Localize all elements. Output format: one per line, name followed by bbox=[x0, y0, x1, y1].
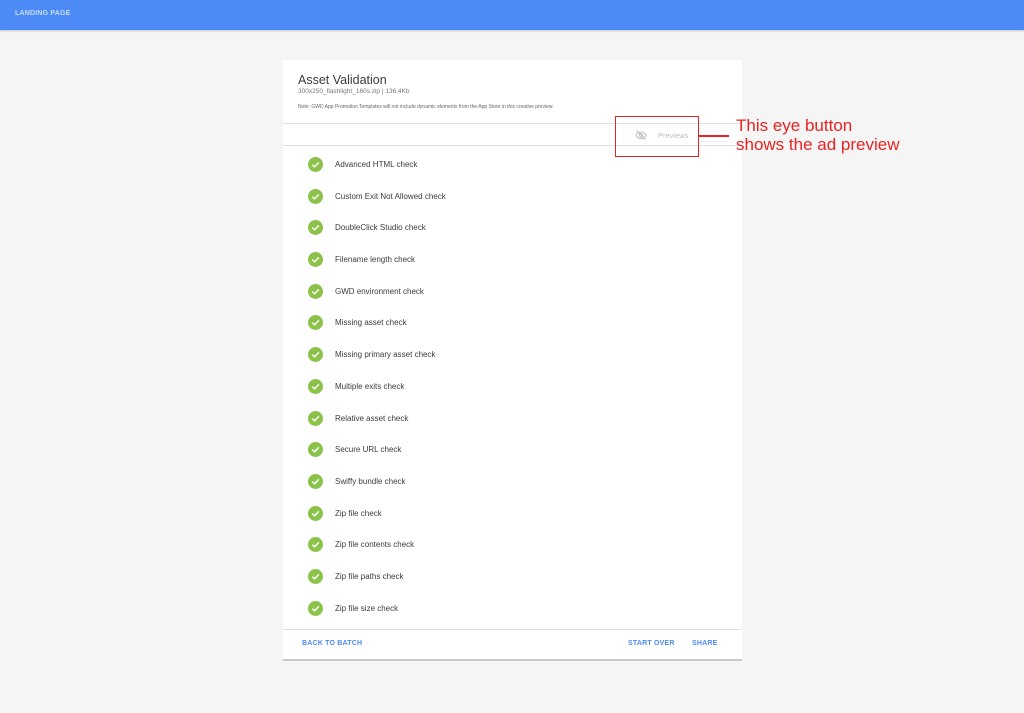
tab-underline bbox=[701, 141, 727, 142]
check-circle-icon bbox=[308, 188, 323, 204]
check-item: Relative asset check bbox=[283, 404, 742, 436]
check-label: Relative asset check bbox=[335, 413, 409, 423]
check-circle-icon bbox=[308, 410, 323, 426]
check-circle-icon bbox=[308, 315, 323, 331]
annotation-line-1: This eye button bbox=[736, 116, 853, 135]
check-circle-icon bbox=[308, 252, 323, 268]
check-label: Zip file check bbox=[335, 508, 382, 518]
check-circle-icon bbox=[308, 347, 323, 363]
check-label: Zip file contents check bbox=[335, 540, 415, 550]
check-label: Custom Exit Not Allowed check bbox=[335, 191, 446, 201]
check-item: Zip file contents check bbox=[283, 530, 742, 562]
back-to-batch-button[interactable]: BACK TO BATCH bbox=[302, 640, 362, 647]
card-title: Asset Validation bbox=[298, 73, 387, 87]
check-item: Secure URL check bbox=[283, 435, 742, 467]
annotation-line-2: shows the ad preview bbox=[736, 135, 900, 154]
check-item: Zip file check bbox=[283, 499, 742, 531]
check-item: Swiffy bundle check bbox=[283, 467, 742, 499]
check-label: GWD environment check bbox=[335, 286, 424, 296]
check-label: Zip file size check bbox=[335, 603, 399, 613]
check-item: Filename length check bbox=[283, 245, 742, 277]
file-info: 300x250_flashlight_160s.zip | 136.4Kb bbox=[298, 88, 410, 95]
divider bbox=[283, 629, 742, 630]
check-item: Custom Exit Not Allowed check bbox=[283, 182, 742, 214]
check-circle-icon bbox=[308, 378, 323, 394]
check-item: DoubleClick Studio check bbox=[283, 213, 742, 245]
check-label: Missing asset check bbox=[335, 318, 407, 328]
check-circle-icon bbox=[308, 473, 323, 489]
check-circle-icon bbox=[308, 442, 323, 458]
check-label: Multiple exits check bbox=[335, 381, 405, 391]
check-label: Swiffy bundle check bbox=[335, 476, 406, 486]
check-item: Zip file size check bbox=[283, 594, 742, 626]
check-circle-icon bbox=[308, 568, 323, 584]
annotation-pointer-line bbox=[699, 135, 729, 137]
check-circle-icon bbox=[308, 600, 323, 616]
app-title[interactable]: LANDING PAGE bbox=[15, 10, 71, 17]
validation-check-list: Advanced HTML check Custom Exit Not Allo… bbox=[283, 150, 742, 625]
start-over-button[interactable]: START OVER bbox=[628, 640, 675, 647]
check-item: Missing asset check bbox=[283, 308, 742, 340]
annotation-highlight-box bbox=[615, 116, 699, 157]
check-item: GWD environment check bbox=[283, 277, 742, 309]
check-label: Advanced HTML check bbox=[335, 160, 418, 169]
check-item: Zip file paths check bbox=[283, 562, 742, 594]
check-label: Missing primary asset check bbox=[335, 350, 436, 360]
check-label: Zip file paths check bbox=[335, 571, 404, 581]
check-circle-icon bbox=[308, 220, 323, 236]
preview-note: Note: GWD App Promotion Templates will n… bbox=[298, 104, 554, 110]
check-circle-icon bbox=[308, 537, 323, 553]
check-label: Filename length check bbox=[335, 255, 416, 265]
check-item: Missing primary asset check bbox=[283, 340, 742, 372]
check-label: DoubleClick Studio check bbox=[335, 223, 426, 233]
check-label: Secure URL check bbox=[335, 445, 402, 455]
annotation-callout: This eye button shows the ad preview bbox=[736, 116, 899, 154]
check-circle-icon bbox=[308, 505, 323, 521]
check-circle-icon bbox=[308, 283, 323, 299]
check-item: Multiple exits check bbox=[283, 372, 742, 404]
top-app-bar: LANDING PAGE bbox=[0, 0, 1024, 30]
check-circle-icon bbox=[308, 157, 323, 172]
share-button[interactable]: SHARE bbox=[692, 640, 718, 647]
